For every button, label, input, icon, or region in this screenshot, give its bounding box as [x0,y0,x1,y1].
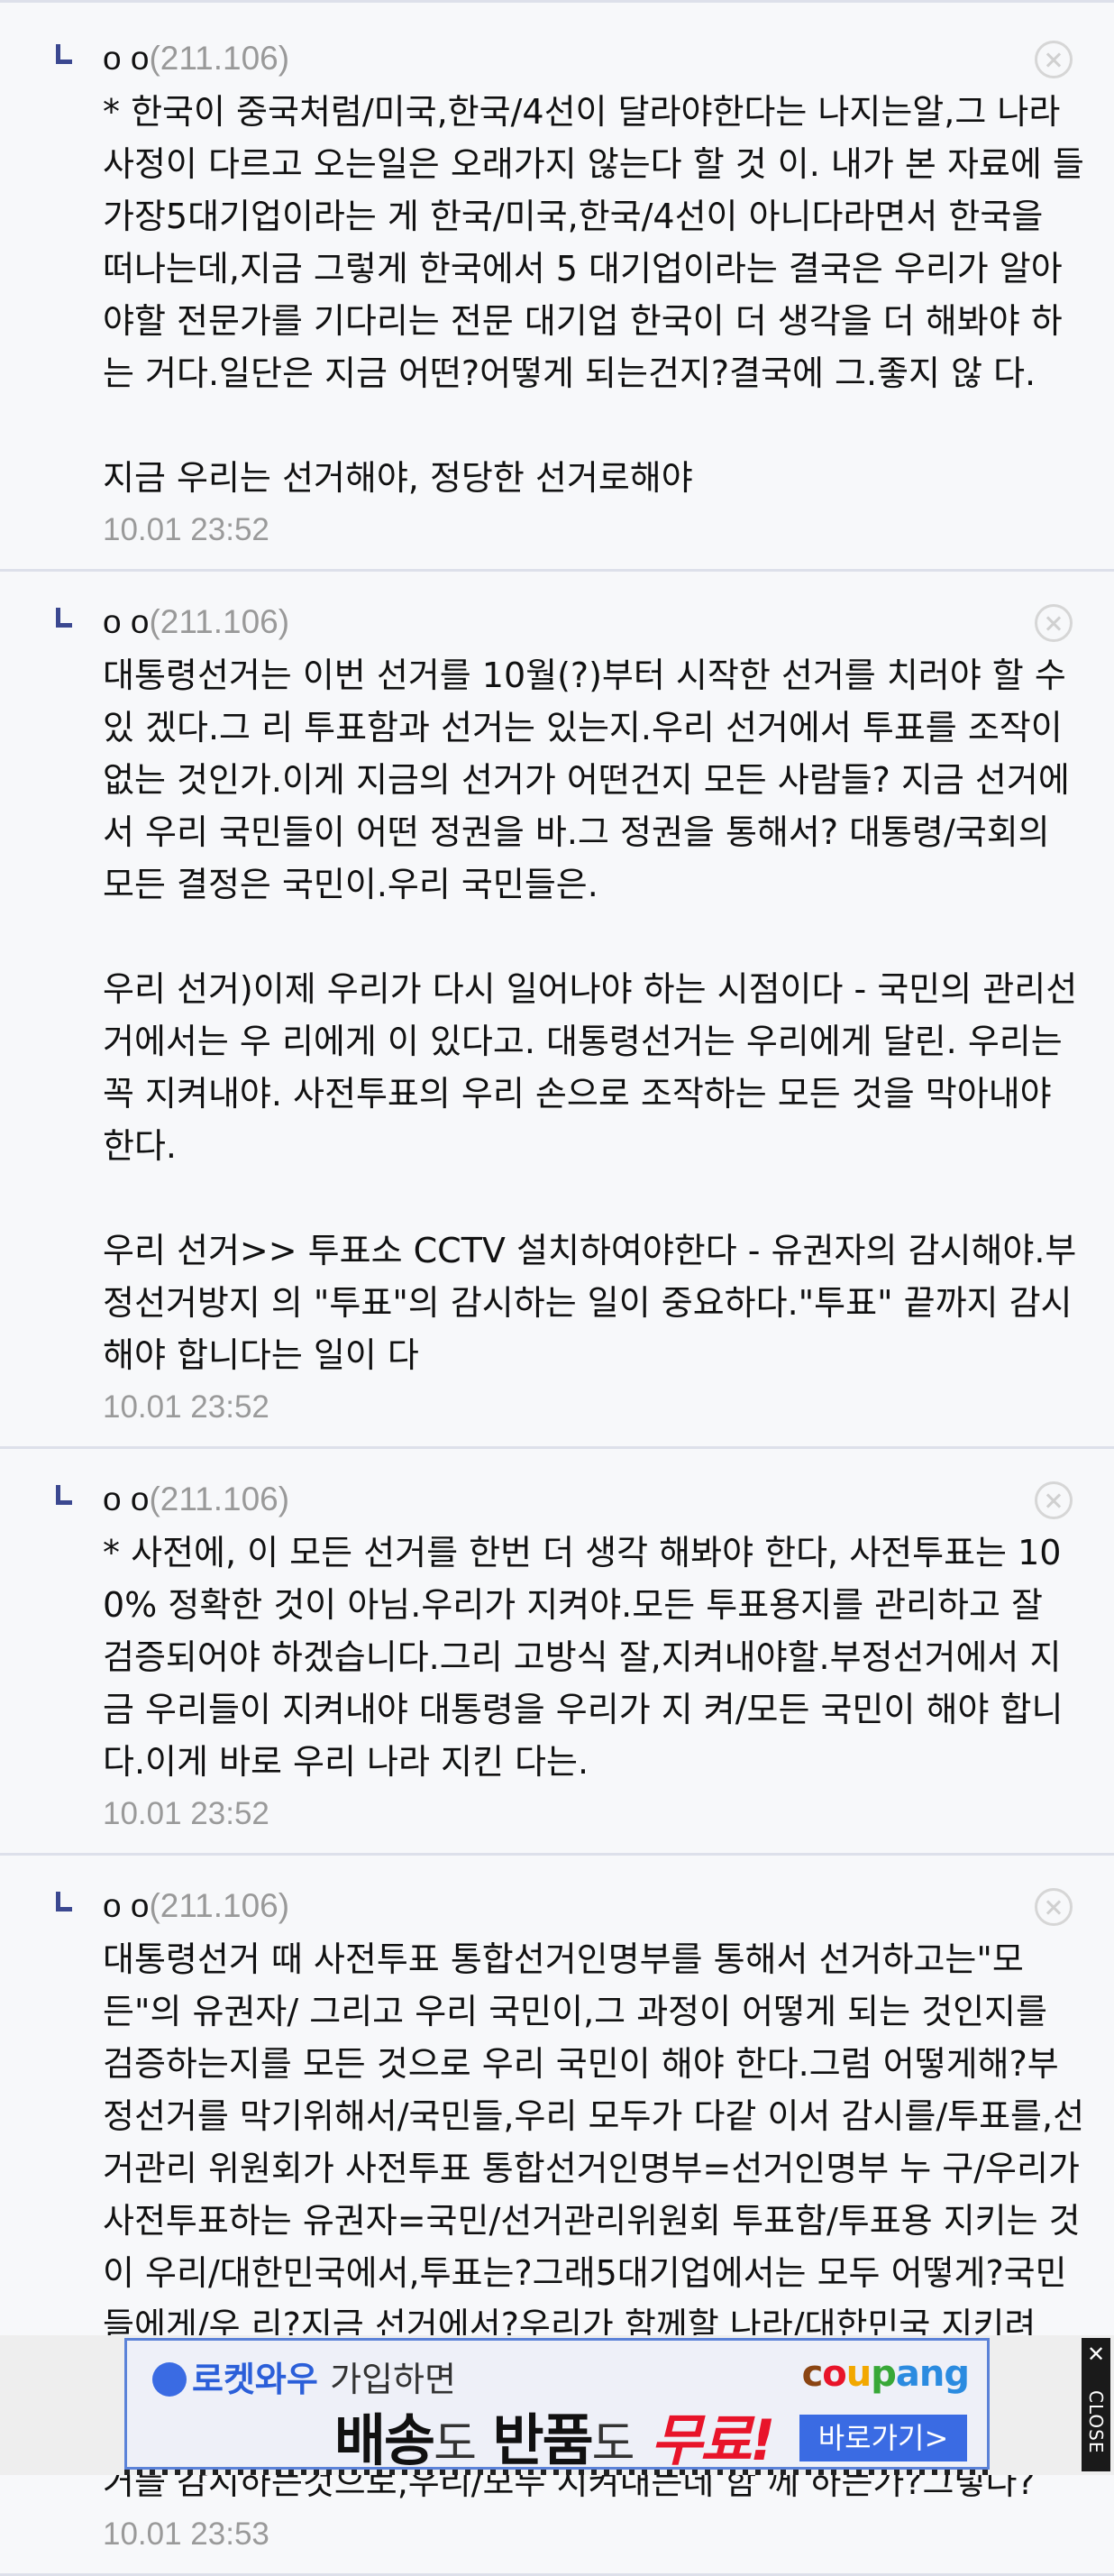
reply-arrow-icon [56,1892,72,1911]
delete-comment-icon[interactable] [1035,1888,1073,1926]
cut-off-text-strip [124,2470,990,2475]
ad-headline-part: 배송 [334,2407,435,2473]
comment-ip: (211.106) [149,1481,290,1517]
comment-ip: (211.106) [149,603,290,640]
rocket-icon [152,2362,187,2397]
ad-headline-part: 반품 [492,2407,594,2473]
comment-nickname[interactable]: o o [103,40,149,77]
reply-arrow-icon [56,44,72,64]
ad-headline-part: 도 [591,2417,635,2471]
ad-headline-free: 무료! [651,2407,775,2473]
comment-body: * 한국이 중국처럼/미국,한국/4선이 달라야한다는 나지는알,그 나라 사정… [103,92,1084,498]
comment-body: * 사전에, 이 모든 선거를 한번 더 생각 해봐야 한다, 사전투표는 10… [103,1533,1064,1782]
comment-list: o o(211.106) * 한국이 중국처럼/미국,한국/4선이 달라야한다는 … [0,8,1114,2576]
reply-arrow-icon [56,1485,72,1505]
comment-item: o o(211.106) 대통령선거는 이번 선거를 10월(?)부터 시작한 선… [0,572,1114,1449]
comment-ip: (211.106) [149,1887,290,1924]
comment-ip: (211.106) [149,40,290,77]
ad-close-button[interactable]: ✕ CLOSE [1082,2338,1110,2471]
comment-nickname[interactable]: o o [103,603,149,640]
comment-header: o o(211.106) [103,1879,1114,1933]
comment-timestamp: 10.01 23:52 [103,1796,269,1831]
ad-go-button[interactable]: 바로가기> [799,2415,967,2461]
ad-rocket-text: 로켓와우 가입하면 [152,2351,456,2401]
delete-comment-icon[interactable] [1035,604,1073,642]
comment-timestamp: 10.01 23:52 [103,1389,269,1425]
comment-nickname[interactable]: o o [103,1887,149,1924]
ad-rocket-suffix: 가입하면 [330,2360,456,2399]
comment-timestamp: 10.01 23:52 [103,512,269,547]
reply-arrow-icon [56,608,72,628]
comment-body: 대통령선거는 이번 선거를 10월(?)부터 시작한 선거를 치러야 할 수 있… [103,655,1078,1375]
ad-banner[interactable]: 로켓와우 가입하면 배송도 반품도 무료! coupang 바로가기> [124,2338,990,2473]
ad-rocket-label: 로켓와우 [192,2360,318,2399]
coupang-logo: coupang [801,2353,970,2395]
ad-headline-part: 도 [434,2417,477,2471]
comment-item: o o(211.106) * 사전에, 이 모든 선거를 한번 더 생각 해봐야 … [0,1449,1114,1856]
top-divider [0,0,1114,8]
comment-header: o o(211.106) [103,595,1114,649]
delete-comment-icon[interactable] [1035,1481,1073,1519]
comment-item: o o(211.106) * 한국이 중국처럼/미국,한국/4선이 달라야한다는 … [0,8,1114,572]
comment-timestamp: 10.01 23:53 [103,2516,269,2552]
comment-header: o o(211.106) [103,1472,1114,1526]
comment-header: o o(211.106) [103,32,1114,86]
close-icon: ✕ [1086,2342,1106,2367]
ad-headline: 배송도 반품도 무료! [334,2395,775,2476]
comment-nickname[interactable]: o o [103,1481,149,1517]
ad-close-label: CLOSE [1085,2390,1107,2454]
delete-comment-icon[interactable] [1035,41,1073,78]
